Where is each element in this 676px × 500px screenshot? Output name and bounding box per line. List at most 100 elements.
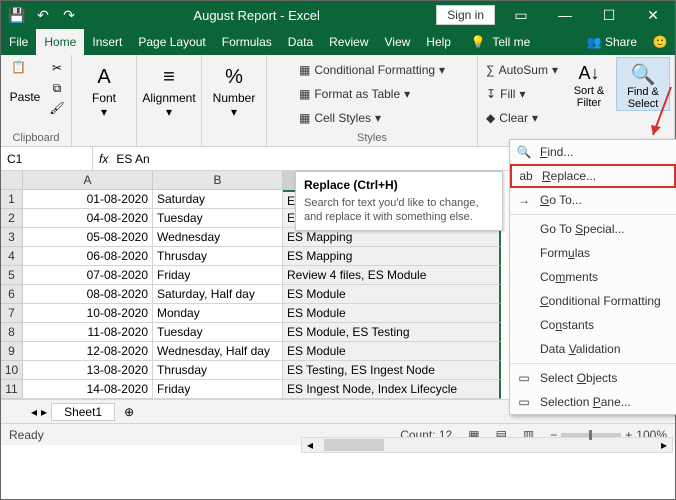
select-all-corner[interactable] [1, 171, 23, 190]
cell[interactable]: ES Module, ES Testing [283, 323, 501, 342]
close-button[interactable]: ✕ [631, 1, 675, 29]
format-painter-icon[interactable]: 🖌 [47, 99, 67, 117]
row-header[interactable]: 5 [1, 266, 23, 285]
cell[interactable]: 10-08-2020 [23, 304, 153, 323]
paste-button[interactable]: 📋 Paste [5, 57, 45, 104]
cell[interactable]: Wednesday [153, 228, 283, 247]
row-header[interactable]: 10 [1, 361, 23, 380]
fx-icon[interactable]: fx [99, 152, 108, 166]
sheet-nav-prev-icon[interactable]: ◂ [31, 405, 37, 419]
number-button[interactable]: % Number ▾ [206, 57, 262, 119]
cell-styles-button[interactable]: ▦Cell Styles▾ [299, 107, 445, 129]
row-header[interactable]: 11 [1, 380, 23, 399]
undo-icon[interactable]: ↶ [31, 3, 55, 27]
row-header[interactable]: 4 [1, 247, 23, 266]
tab-review[interactable]: Review [321, 29, 376, 55]
cell[interactable]: 05-08-2020 [23, 228, 153, 247]
cell[interactable]: 01-08-2020 [23, 190, 153, 209]
cell[interactable]: ES Module [283, 285, 501, 304]
col-header-a[interactable]: A [23, 171, 153, 190]
feedback-icon[interactable]: 🙂 [649, 35, 671, 49]
formula-bar[interactable]: ES An [116, 152, 149, 166]
sort-filter-button[interactable]: A↓ Sort & Filter [562, 57, 616, 109]
cell[interactable]: Tuesday [153, 323, 283, 342]
cell[interactable]: ES Ingest Node, Index Lifecycle [283, 380, 501, 399]
cell[interactable]: Friday [153, 380, 283, 399]
row-header[interactable]: 6 [1, 285, 23, 304]
cell[interactable]: 13-08-2020 [23, 361, 153, 380]
cell[interactable]: ES Module [283, 304, 501, 323]
row-header[interactable]: 7 [1, 304, 23, 323]
dropdown-item[interactable]: Conditional Formatting [510, 289, 676, 313]
cell[interactable]: Saturday [153, 190, 283, 209]
dropdown-item[interactable]: Go To Special... [510, 217, 676, 241]
tab-page-layout[interactable]: Page Layout [130, 29, 213, 55]
redo-icon[interactable]: ↷ [57, 3, 81, 27]
cell[interactable]: Saturday, Half day [153, 285, 283, 304]
save-icon[interactable]: 💾 [5, 3, 29, 27]
cellstyles-icon: ▦ [299, 111, 310, 125]
row-header[interactable]: 1 [1, 190, 23, 209]
tab-insert[interactable]: Insert [84, 29, 130, 55]
cell[interactable]: ES Mapping [283, 247, 501, 266]
scroll-thumb[interactable] [324, 439, 384, 451]
sheet-tab[interactable]: Sheet1 [51, 403, 115, 421]
col-header-b[interactable]: B [153, 171, 283, 190]
row-header[interactable]: 9 [1, 342, 23, 361]
cell[interactable]: 04-08-2020 [23, 209, 153, 228]
scroll-left-icon[interactable]: ◂ [302, 438, 318, 452]
cell[interactable]: Tuesday [153, 209, 283, 228]
cut-icon[interactable]: ✂ [47, 59, 67, 77]
add-sheet-button[interactable]: ⊕ [119, 405, 139, 419]
dropdown-item[interactable]: →Go To... [510, 188, 676, 212]
tab-view[interactable]: View [377, 29, 419, 55]
minimize-button[interactable]: — [543, 1, 587, 29]
clear-button[interactable]: ◆Clear▾ [486, 107, 558, 129]
dropdown-item[interactable]: ▭Select Objects [510, 366, 676, 390]
cell[interactable]: Review 4 files, ES Module [283, 266, 501, 285]
copy-icon[interactable]: ⧉ [47, 79, 67, 97]
dropdown-item[interactable]: Formulas [510, 241, 676, 265]
cell[interactable]: Thrusday [153, 247, 283, 266]
dropdown-item[interactable]: Comments [510, 265, 676, 289]
tab-home[interactable]: Home [36, 29, 84, 55]
ribbon-options-icon[interactable]: ▭ [499, 1, 543, 29]
row-header[interactable]: 2 [1, 209, 23, 228]
cell[interactable]: Monday [153, 304, 283, 323]
cell[interactable]: ES Module [283, 342, 501, 361]
row-header[interactable]: 3 [1, 228, 23, 247]
cell[interactable]: 07-08-2020 [23, 266, 153, 285]
font-button[interactable]: A Font ▾ [76, 57, 132, 119]
cell[interactable]: Thrusday [153, 361, 283, 380]
horizontal-scrollbar[interactable]: ◂ ▸ [301, 437, 673, 453]
tab-data[interactable]: Data [280, 29, 321, 55]
tell-me[interactable]: 💡 Tell me [459, 29, 538, 55]
dropdown-item[interactable]: Data Validation [510, 337, 676, 361]
cell[interactable]: 14-08-2020 [23, 380, 153, 399]
cell[interactable]: Wednesday, Half day [153, 342, 283, 361]
maximize-button[interactable]: ☐ [587, 1, 631, 29]
cell[interactable]: ES Testing, ES Ingest Node [283, 361, 501, 380]
scroll-right-icon[interactable]: ▸ [656, 438, 672, 452]
conditional-formatting-button[interactable]: ▦Conditional Formatting▾ [299, 59, 445, 81]
row-header[interactable]: 8 [1, 323, 23, 342]
format-as-table-button[interactable]: ▦Format as Table▾ [299, 83, 445, 105]
dropdown-item[interactable]: abReplace... [510, 164, 676, 188]
cell[interactable]: 08-08-2020 [23, 285, 153, 304]
sheet-nav-next-icon[interactable]: ▸ [41, 405, 47, 419]
name-box[interactable]: C1 [1, 147, 93, 170]
cell[interactable]: 06-08-2020 [23, 247, 153, 266]
alignment-button[interactable]: ≡ Alignment ▾ [141, 57, 197, 119]
fill-button[interactable]: ↧Fill▾ [486, 83, 558, 105]
tab-formulas[interactable]: Formulas [214, 29, 280, 55]
autosum-button[interactable]: ∑AutoSum▾ [486, 59, 558, 81]
dropdown-item[interactable]: ▭Selection Pane... [510, 390, 676, 414]
tab-file[interactable]: File [1, 29, 36, 55]
sign-in-button[interactable]: Sign in [436, 5, 495, 25]
dropdown-item[interactable]: Constants [510, 313, 676, 337]
cell[interactable]: Friday [153, 266, 283, 285]
cell[interactable]: 12-08-2020 [23, 342, 153, 361]
tab-help[interactable]: Help [418, 29, 459, 55]
share-button[interactable]: 👥 Share [579, 29, 645, 55]
cell[interactable]: 11-08-2020 [23, 323, 153, 342]
